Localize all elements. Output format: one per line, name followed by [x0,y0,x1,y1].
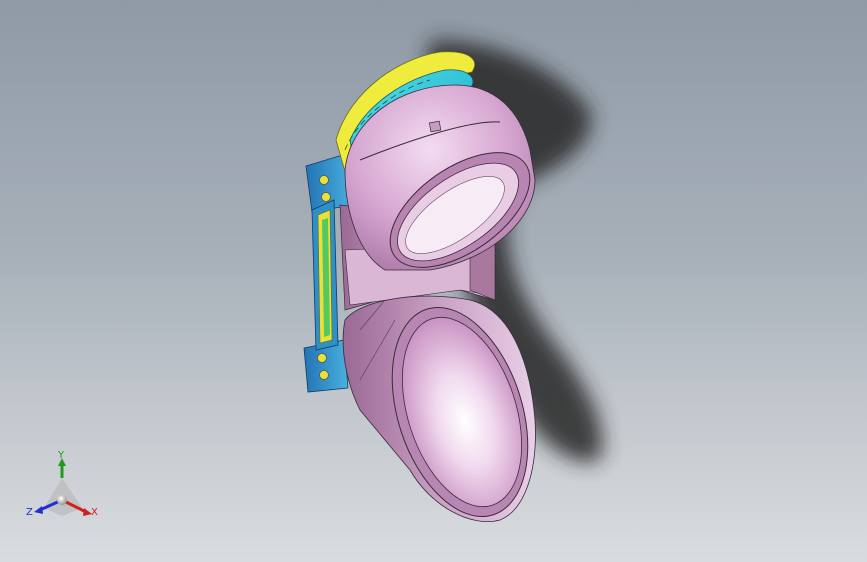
triad-y-label: Y [57,450,65,461]
coordinate-triad[interactable]: Y X Z [26,450,98,518]
frame-strip [311,199,339,351]
3d-viewport[interactable]: Y X Z [0,0,867,562]
triad-z-arrow-icon [34,506,43,514]
triad-origin [57,495,67,505]
triad-x-label: X [91,507,98,518]
triad-z-label: Z [26,507,33,518]
